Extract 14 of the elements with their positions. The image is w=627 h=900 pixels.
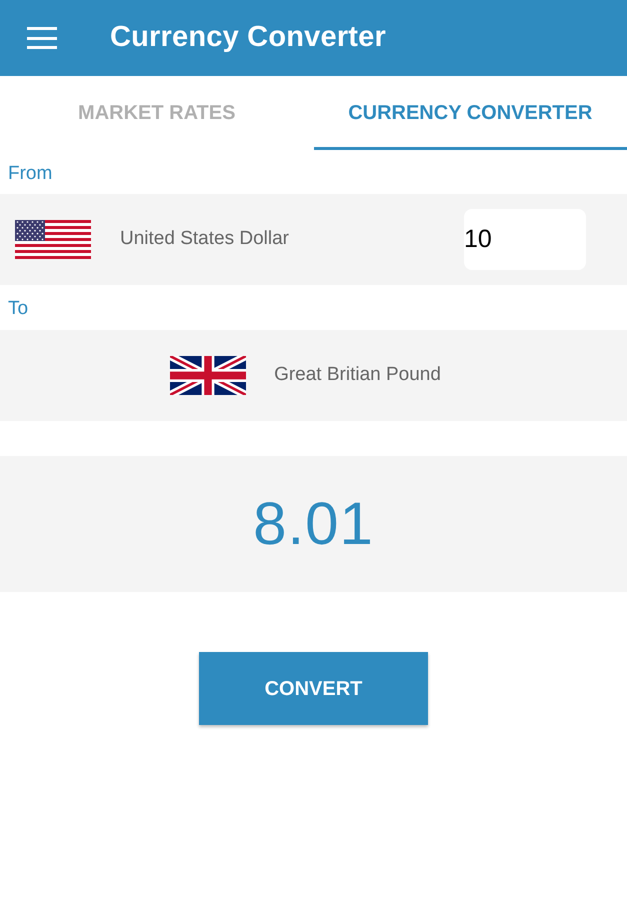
menu-icon[interactable]: [27, 27, 57, 49]
uk-flag-icon: [170, 356, 246, 395]
to-label: To: [8, 297, 28, 321]
result-value: 8.01: [253, 489, 374, 559]
tab[interactable]: CURRENCY CONVERTER: [314, 76, 627, 150]
from-label: From: [8, 162, 52, 186]
to-currency-row[interactable]: Great Britian Pound: [0, 330, 627, 421]
convert-button[interactable]: CONVERT: [199, 652, 428, 725]
currency-name: United States Dollar: [120, 227, 289, 252]
us-flag-icon: [15, 220, 91, 259]
amount-input-field[interactable]: 10: [464, 209, 586, 270]
from-currency-row[interactable]: United States Dollar 10: [0, 194, 627, 285]
app-title: Currency Converter: [110, 20, 386, 56]
currency-name: Great Britian Pound: [274, 363, 441, 388]
